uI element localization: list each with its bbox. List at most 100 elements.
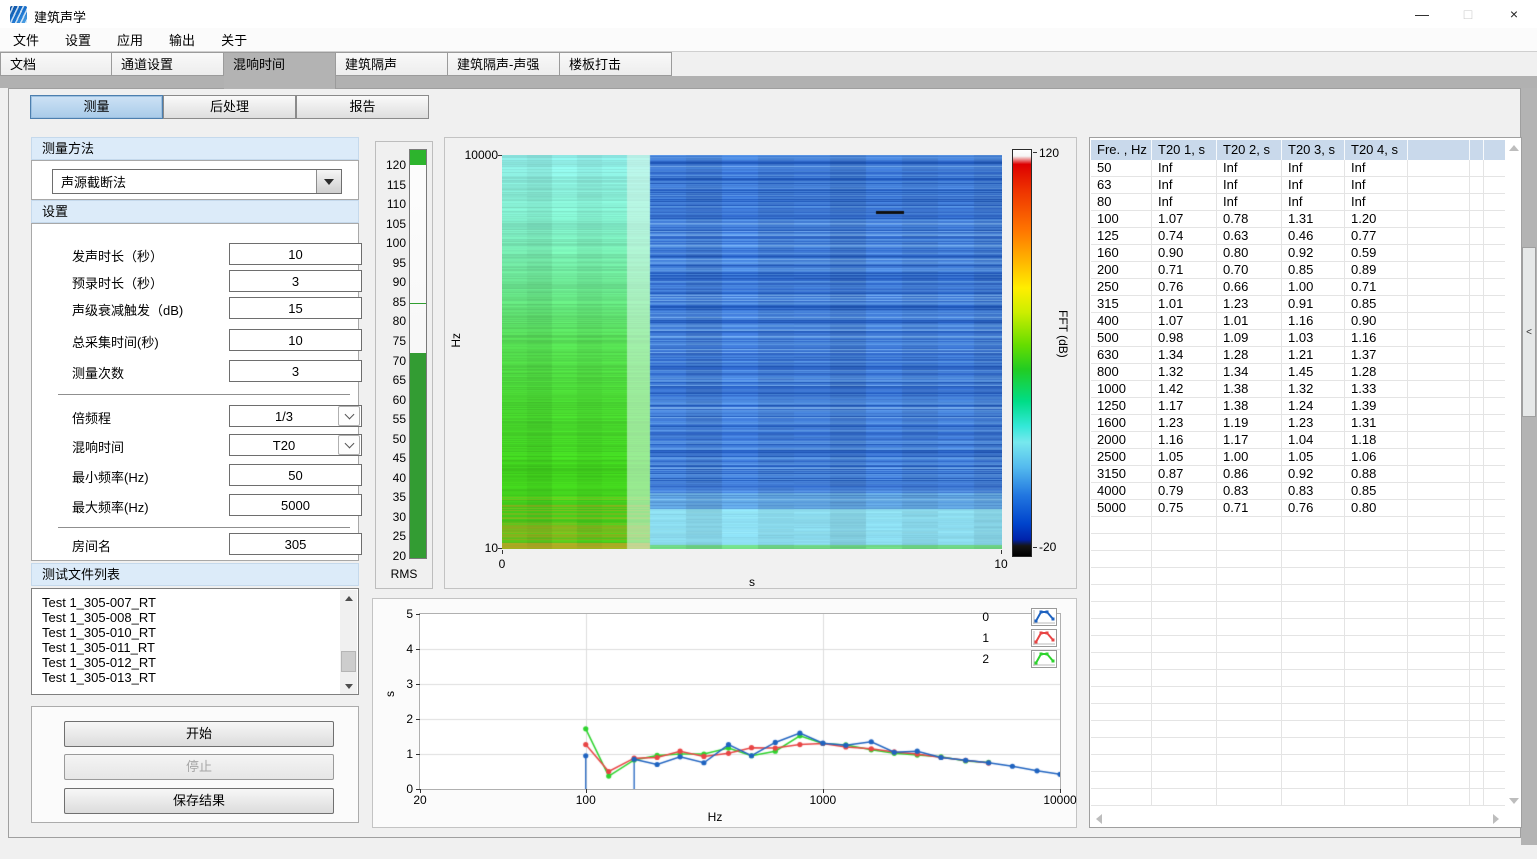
spectrogram-plot[interactable]	[502, 155, 1002, 549]
legend-series-icon-1[interactable]	[1031, 629, 1057, 650]
file-list-scrollbar[interactable]	[340, 590, 357, 695]
save-results-button[interactable]: 保存结果	[64, 788, 334, 814]
table-row[interactable]	[1091, 755, 1505, 772]
scrollbar-thumb[interactable]	[341, 651, 356, 672]
field-input-room-name[interactable]	[229, 533, 362, 555]
table-row[interactable]: 63InfInfInfInf	[1091, 177, 1505, 194]
table-scroll-up-icon[interactable]	[1506, 140, 1522, 156]
table-header-cell[interactable]: T20 2, s	[1217, 140, 1282, 160]
menu-item-2[interactable]: 应用	[104, 28, 156, 51]
file-list-item[interactable]: Test 1_305-011_RT	[32, 640, 358, 655]
tab-4[interactable]: 建筑隔声-声强	[448, 52, 560, 76]
table-row[interactable]	[1091, 653, 1505, 670]
table-row[interactable]: 16001.231.191.231.31	[1091, 415, 1505, 432]
menu-item-4[interactable]: 关于	[208, 28, 260, 51]
table-row[interactable]: 1001.070.781.311.20	[1091, 211, 1505, 228]
table-row[interactable]: 10001.421.381.321.33	[1091, 381, 1505, 398]
stop-button[interactable]: 停止	[64, 754, 334, 780]
table-row[interactable]: 4001.071.011.160.90	[1091, 313, 1505, 330]
table-row[interactable]	[1091, 789, 1505, 806]
tab-1[interactable]: 通道设置	[112, 52, 224, 76]
minimize-button[interactable]: —	[1399, 0, 1445, 28]
tab-5[interactable]: 楼板打击	[560, 52, 672, 76]
table-row[interactable]: 20001.161.171.041.18	[1091, 432, 1505, 449]
table-row[interactable]	[1091, 687, 1505, 704]
menu-item-0[interactable]: 文件	[0, 28, 52, 51]
chevron-down-icon[interactable]	[338, 406, 360, 426]
test-file-list[interactable]: Test 1_305-007_RTTest 1_305-008_RTTest 1…	[31, 588, 359, 695]
file-list-item[interactable]: Test 1_305-008_RT	[32, 610, 358, 625]
rt-type-select[interactable]: T20	[229, 434, 362, 456]
table-row[interactable]	[1091, 772, 1505, 789]
table-header-filler[interactable]	[1470, 140, 1484, 160]
table-row[interactable]: 25001.051.001.051.06	[1091, 449, 1505, 466]
menu-item-3[interactable]: 输出	[156, 28, 208, 51]
table-row[interactable]: 12501.171.381.241.39	[1091, 398, 1505, 415]
table-row[interactable]	[1091, 636, 1505, 653]
file-list-item[interactable]: Test 1_305-013_RT	[32, 670, 358, 685]
close-button[interactable]: ×	[1491, 0, 1537, 28]
table-row[interactable]: 31500.870.860.920.88	[1091, 466, 1505, 483]
table-row[interactable]: 50000.750.710.760.80	[1091, 500, 1505, 517]
table-row[interactable]	[1091, 738, 1505, 755]
table-row[interactable]	[1091, 721, 1505, 738]
table-row[interactable]	[1091, 585, 1505, 602]
panel-expander-button[interactable]: <	[1522, 247, 1536, 417]
table-row[interactable]: 3151.011.230.910.85	[1091, 296, 1505, 313]
table-header-cell[interactable]: T20 4, s	[1345, 140, 1408, 160]
table-row[interactable]: 50InfInfInfInf	[1091, 160, 1505, 177]
table-scroll-right-icon[interactable]	[1488, 811, 1504, 827]
subtab-report[interactable]: 报告	[296, 95, 429, 119]
table-row[interactable]: 2500.760.661.000.71	[1091, 279, 1505, 296]
legend-series-icon-0[interactable]	[1031, 608, 1057, 629]
table-row[interactable]: 5000.981.091.031.16	[1091, 330, 1505, 347]
tab-0[interactable]: 文档	[0, 52, 112, 76]
table-row[interactable]	[1091, 602, 1505, 619]
table-header-filler[interactable]	[1408, 140, 1470, 160]
method-select[interactable]: 声源截断法	[52, 169, 342, 194]
table-header-cell[interactable]: T20 1, s	[1152, 140, 1217, 160]
chevron-down-icon[interactable]	[338, 435, 360, 455]
table-header-cell[interactable]: Fre. , Hz	[1091, 140, 1152, 160]
file-list-item[interactable]: Test 1_305-007_RT	[32, 595, 358, 610]
table-row[interactable]	[1091, 619, 1505, 636]
table-scroll-down-icon[interactable]	[1506, 793, 1522, 809]
table-row[interactable]	[1091, 534, 1505, 551]
file-list-item[interactable]: Test 1_305-012_RT	[32, 655, 358, 670]
field-input-total-time[interactable]	[229, 329, 362, 351]
rt-plot[interactable]	[420, 614, 1060, 789]
table-row[interactable]	[1091, 551, 1505, 568]
field-input-excitation-duration[interactable]	[229, 243, 362, 265]
field-input-measure-count[interactable]	[229, 360, 362, 382]
table-row[interactable]: 1600.900.800.920.59	[1091, 245, 1505, 262]
table-row[interactable]: 1250.740.630.460.77	[1091, 228, 1505, 245]
maximize-button[interactable]: □	[1445, 0, 1491, 28]
legend-series-icon-2[interactable]	[1031, 650, 1057, 671]
table-row[interactable]: 2000.710.700.850.89	[1091, 262, 1505, 279]
field-input-prerecord-duration[interactable]	[229, 270, 362, 292]
table-row[interactable]: 80InfInfInfInf	[1091, 194, 1505, 211]
field-input-min-freq[interactable]	[229, 464, 362, 486]
table-row[interactable]	[1091, 704, 1505, 721]
file-list-item[interactable]: Test 1_305-010_RT	[32, 625, 358, 640]
table-row[interactable]	[1091, 517, 1505, 534]
tab-3[interactable]: 建筑隔声	[336, 52, 448, 76]
table-row[interactable]: 6301.341.281.211.37	[1091, 347, 1505, 364]
field-input-decay-trigger[interactable]	[229, 297, 362, 319]
octave-select[interactable]: 1/3	[229, 405, 362, 427]
scroll-up-icon[interactable]	[340, 590, 357, 607]
table-header-cell[interactable]: T20 3, s	[1282, 140, 1345, 160]
chevron-down-icon[interactable]	[316, 170, 341, 193]
subtab-postprocess[interactable]: 后处理	[163, 95, 296, 119]
tab-2[interactable]: 混响时间	[224, 52, 336, 89]
table-scroll-left-icon[interactable]	[1091, 811, 1107, 827]
start-button[interactable]: 开始	[64, 721, 334, 747]
table-row[interactable]	[1091, 670, 1505, 687]
table-row[interactable]	[1091, 568, 1505, 585]
menu-item-1[interactable]: 设置	[52, 28, 104, 51]
table-row[interactable]: 8001.321.341.451.28	[1091, 364, 1505, 381]
scroll-down-icon[interactable]	[340, 678, 357, 695]
field-input-max-freq[interactable]	[229, 494, 362, 516]
table-row[interactable]: 40000.790.830.830.85	[1091, 483, 1505, 500]
subtab-measure[interactable]: 测量	[30, 95, 163, 119]
